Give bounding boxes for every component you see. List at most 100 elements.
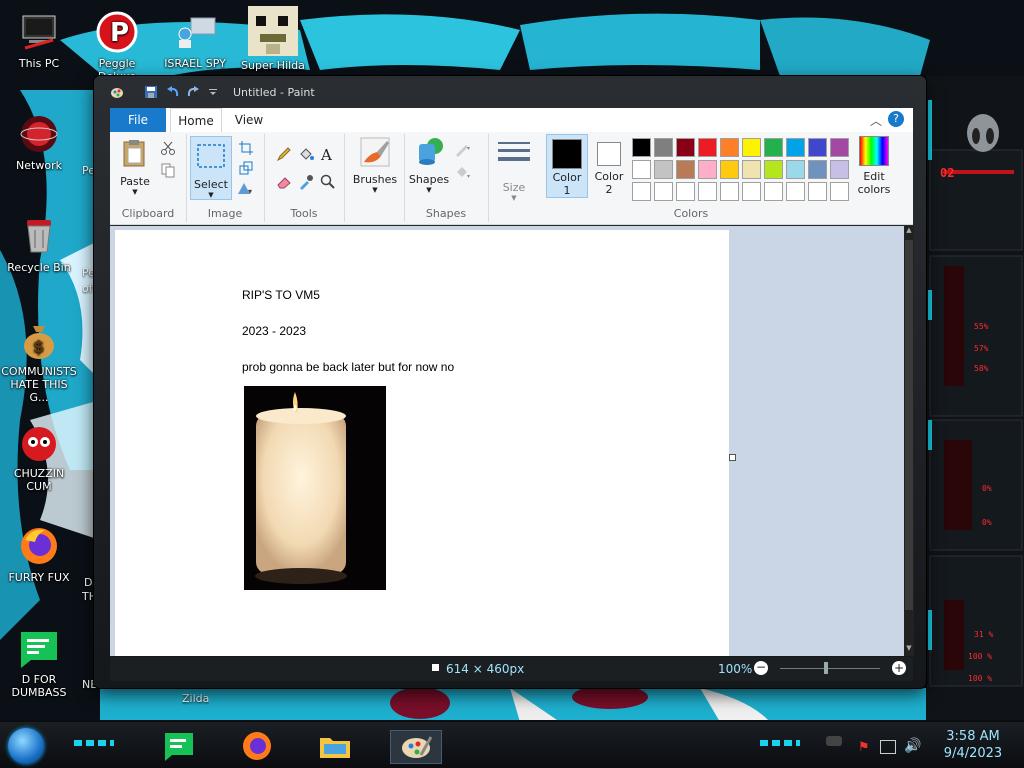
paint-window: Untitled - Paint File Home View ︿ ? Past… bbox=[94, 76, 926, 688]
color-swatch[interactable] bbox=[654, 160, 673, 179]
color-swatch[interactable] bbox=[698, 160, 717, 179]
color-swatch[interactable] bbox=[676, 138, 695, 157]
scroll-up-icon[interactable]: ▲ bbox=[904, 226, 914, 238]
color-swatch[interactable] bbox=[808, 160, 827, 179]
edit-colors-button[interactable]: Edit colors bbox=[846, 134, 902, 196]
color-swatch[interactable] bbox=[698, 182, 717, 201]
canvas-text-line: 2023 - 2023 bbox=[242, 324, 307, 338]
copy-icon[interactable] bbox=[160, 162, 176, 178]
scrollbar-thumb[interactable] bbox=[905, 240, 913, 610]
redo-icon[interactable] bbox=[186, 85, 200, 99]
tab-file[interactable]: File bbox=[110, 108, 166, 132]
cut-icon[interactable] bbox=[160, 140, 176, 156]
color-swatch[interactable] bbox=[808, 182, 827, 201]
color-swatch[interactable] bbox=[764, 160, 783, 179]
color-swatch[interactable] bbox=[742, 182, 761, 201]
tab-view[interactable]: View bbox=[224, 108, 274, 132]
canvas-area[interactable]: RIP'S TO VM5 2023 - 2023 prob gonna be b… bbox=[110, 226, 904, 656]
color-swatch[interactable] bbox=[808, 138, 827, 157]
color-swatch[interactable] bbox=[764, 182, 783, 201]
color-swatch[interactable] bbox=[676, 182, 695, 201]
undo-icon[interactable] bbox=[166, 85, 180, 99]
color-swatch[interactable] bbox=[742, 138, 761, 157]
desktop-icon-super-hilda[interactable]: Super Hilda bbox=[234, 6, 312, 72]
desktop-icon-label: Super Hilda bbox=[241, 59, 305, 72]
color-swatch[interactable] bbox=[786, 138, 805, 157]
color-swatch[interactable] bbox=[786, 182, 805, 201]
shapes-icon bbox=[419, 138, 443, 165]
color-swatch[interactable] bbox=[632, 138, 651, 157]
paste-button[interactable]: Paste ▼ bbox=[116, 138, 154, 196]
canvas-resize-handle[interactable] bbox=[729, 454, 736, 461]
paint-app-icon[interactable] bbox=[110, 85, 124, 99]
candle-image bbox=[244, 386, 386, 590]
color-swatch[interactable] bbox=[654, 138, 673, 157]
zoom-slider-thumb[interactable] bbox=[824, 662, 828, 674]
customize-toolbar-icon[interactable] bbox=[206, 85, 220, 99]
desktop-icon-furry-fux[interactable]: FURRY FUX bbox=[0, 524, 78, 584]
recycle-bin-icon bbox=[17, 214, 61, 258]
start-button[interactable] bbox=[8, 728, 44, 764]
color-swatch[interactable] bbox=[654, 182, 673, 201]
color-swatch[interactable] bbox=[676, 160, 695, 179]
desktop-icon-recycle-bin[interactable]: Recycle Bin bbox=[0, 214, 78, 274]
color-swatch[interactable] bbox=[786, 160, 805, 179]
save-icon[interactable] bbox=[144, 85, 158, 99]
taskbar-firefox[interactable] bbox=[240, 730, 274, 762]
action-center-flag-icon[interactable]: ⚑ bbox=[858, 740, 870, 755]
desktop-icon-network[interactable]: Network bbox=[0, 112, 78, 172]
magnifier-icon[interactable] bbox=[320, 174, 336, 190]
color-swatch[interactable] bbox=[632, 182, 651, 201]
volume-icon[interactable]: 🔊 bbox=[904, 738, 921, 754]
zoom-in-icon[interactable]: + bbox=[892, 661, 906, 675]
taskbar-chat-app[interactable] bbox=[162, 730, 196, 762]
desktop-icon-israel-spy[interactable]: ISRAEL SPY bbox=[156, 10, 234, 70]
gadget-readout: 55% bbox=[974, 322, 989, 331]
shapes-button[interactable]: Shapes ▼ bbox=[408, 136, 450, 194]
system-clock[interactable]: 3:58 AM 9/4/2023 bbox=[930, 728, 1016, 762]
desktop-icon-chuzzin-cum[interactable]: CHUZZIN CUM bbox=[0, 420, 78, 493]
taskbar-paint[interactable] bbox=[390, 730, 442, 764]
tab-home[interactable]: Home bbox=[170, 108, 222, 134]
color-swatch[interactable] bbox=[632, 160, 651, 179]
fill-bucket-icon[interactable] bbox=[298, 146, 314, 162]
crop-icon[interactable] bbox=[238, 140, 254, 156]
desktop-icon-peggle-deluxe[interactable]: P Peggle Deluxe bbox=[78, 10, 156, 83]
zoom-slider[interactable] bbox=[780, 668, 880, 669]
desktop-icon-d-for-dumbass[interactable]: D FOR DUMBASS bbox=[0, 626, 78, 699]
vertical-scrollbar[interactable]: ▲ ▼ bbox=[904, 226, 914, 656]
select-button[interactable]: Select ▼ bbox=[190, 136, 232, 200]
color-swatch[interactable] bbox=[720, 160, 739, 179]
eraser-icon[interactable] bbox=[276, 174, 292, 190]
desktop-icon-communists[interactable]: $ COMMUNISTS HATE THIS G... bbox=[0, 318, 78, 404]
rotate-icon[interactable]: ▾ bbox=[236, 180, 252, 196]
zoom-out-icon[interactable]: − bbox=[754, 661, 768, 675]
drawing-canvas[interactable]: RIP'S TO VM5 2023 - 2023 prob gonna be b… bbox=[115, 230, 729, 656]
text-tool-icon[interactable]: A bbox=[320, 146, 336, 162]
color-swatch[interactable] bbox=[698, 138, 717, 157]
network-status-icon[interactable] bbox=[880, 740, 896, 754]
minimize-ribbon-icon[interactable]: ︿ bbox=[870, 112, 882, 129]
color-swatch[interactable] bbox=[764, 138, 783, 157]
clipboard-group-label: Clipboard bbox=[121, 207, 175, 220]
color-swatch[interactable] bbox=[742, 160, 761, 179]
title-bar[interactable]: Untitled - Paint bbox=[94, 76, 926, 106]
pencil-icon[interactable] bbox=[276, 146, 292, 162]
zoom-level: 100% bbox=[718, 662, 753, 676]
scroll-down-icon[interactable]: ▼ bbox=[904, 644, 914, 656]
color-picker-icon[interactable] bbox=[298, 174, 314, 190]
taskbar: ⚑ 🔊 3:58 AM 9/4/2023 bbox=[0, 722, 1024, 768]
peggle-icon: P bbox=[95, 10, 139, 54]
color-swatch[interactable] bbox=[720, 138, 739, 157]
help-icon[interactable]: ? bbox=[888, 111, 904, 127]
paste-icon bbox=[123, 140, 145, 167]
tray-overflow-icon[interactable] bbox=[826, 736, 842, 746]
outline-icon[interactable]: ▾ bbox=[454, 142, 470, 158]
taskbar-glow-right bbox=[760, 740, 800, 746]
desktop-icon-this-pc[interactable]: This PC bbox=[0, 10, 78, 70]
color-swatch[interactable] bbox=[720, 182, 739, 201]
shape-fill-icon[interactable]: ▾ bbox=[454, 164, 470, 180]
taskbar-file-explorer[interactable] bbox=[318, 730, 352, 762]
desktop-icon-label: CHUZZIN CUM bbox=[13, 467, 65, 493]
resize-icon[interactable] bbox=[238, 160, 254, 176]
